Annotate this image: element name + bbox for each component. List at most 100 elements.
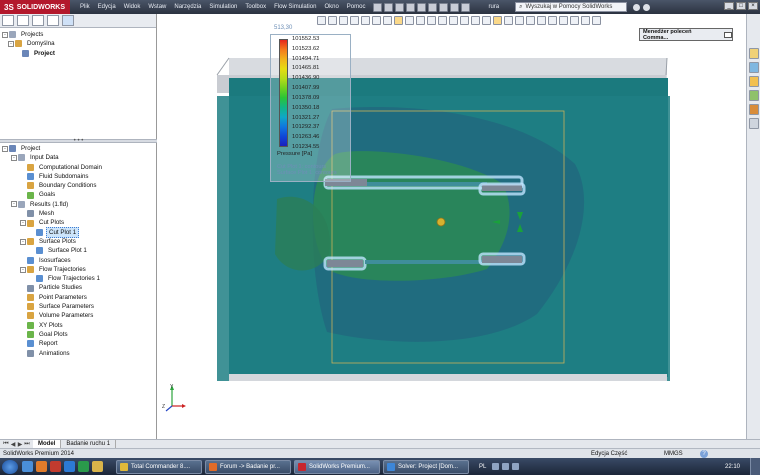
cartoon-icon[interactable] — [570, 16, 579, 25]
tree-item[interactable]: Animations — [0, 349, 156, 358]
menu-item-0[interactable]: Plik — [76, 4, 94, 10]
solidworks-logo[interactable]: 3S SOLIDWORKS — [0, 0, 70, 14]
menu-item-3[interactable]: Wstaw — [144, 4, 170, 10]
zoom-icon[interactable] — [449, 16, 458, 25]
word-icon[interactable] — [64, 461, 75, 472]
menu-item-9[interactable]: Pomoc — [343, 4, 370, 10]
tree-item[interactable]: Isosurfaces — [0, 256, 156, 265]
menu-item-6[interactable]: Toolbox — [241, 4, 270, 10]
tree-item[interactable]: - Surface Plots — [0, 237, 156, 246]
standard-views-icon[interactable] — [482, 16, 491, 25]
status-units[interactable]: MMGS — [664, 451, 683, 457]
first-tab-icon[interactable]: ⏮ — [3, 441, 9, 448]
camera-icon[interactable] — [526, 16, 535, 25]
view-orientation-icon[interactable] — [361, 16, 370, 25]
tree-item[interactable]: Computational Domain — [0, 163, 156, 172]
tree-item[interactable]: Boundary Conditions — [0, 181, 156, 190]
projects-root[interactable]: - Projects — [0, 30, 156, 39]
pin-icon[interactable] — [724, 31, 732, 38]
tree-item[interactable]: XY Plots — [0, 321, 156, 330]
collapse-toggle[interactable]: - — [20, 220, 26, 227]
ambient-occlusion-icon[interactable] — [559, 16, 568, 25]
volume-icon[interactable] — [502, 463, 510, 470]
last-tab-icon[interactable]: ⏭ — [24, 441, 30, 448]
save-icon[interactable] — [395, 2, 405, 12]
network-icon[interactable] — [492, 463, 500, 470]
menu-item-4[interactable]: Narzędzia — [170, 4, 205, 10]
collapse-toggle[interactable]: - — [20, 238, 26, 245]
property-manager-tab[interactable] — [17, 15, 29, 26]
project-item[interactable]: Project — [0, 49, 156, 58]
tree-item[interactable]: Surface Plot 1 — [0, 246, 156, 255]
zoom-area-icon[interactable] — [328, 16, 337, 25]
grid-icon[interactable] — [592, 16, 601, 25]
perspective-icon[interactable] — [504, 16, 513, 25]
undo-icon[interactable] — [417, 2, 427, 12]
taskbar-task[interactable]: Total Commander 8.... — [116, 459, 202, 474]
tree-item[interactable]: - Results (1.fld) — [0, 200, 156, 209]
model-viewport[interactable] — [157, 14, 746, 439]
realview-icon[interactable] — [548, 16, 557, 25]
config-item[interactable]: - Domyślna — [0, 39, 156, 48]
command-manager-popup[interactable]: Menedżer poleceń Comma... — [639, 28, 733, 41]
rebuild-icon[interactable] — [439, 2, 449, 12]
explorer-icon[interactable] — [22, 461, 33, 472]
file-properties-icon[interactable] — [450, 2, 460, 12]
tree-item[interactable]: Surface Parameters — [0, 302, 156, 311]
tree-item[interactable]: Goals — [0, 190, 156, 199]
collapse-toggle[interactable]: - — [11, 154, 17, 161]
select-icon[interactable] — [428, 2, 438, 12]
menu-item-1[interactable]: Edycja — [94, 4, 120, 10]
collapse-toggle[interactable]: - — [20, 266, 26, 273]
open-file-icon[interactable] — [384, 2, 394, 12]
clock[interactable]: 22:10 — [725, 464, 740, 470]
flow-analysis-tab[interactable] — [62, 15, 74, 26]
shadows-icon[interactable] — [537, 16, 546, 25]
show-desktop-button[interactable] — [750, 458, 760, 475]
solidworks-icon[interactable] — [50, 461, 61, 472]
configuration-manager-tab[interactable] — [32, 15, 44, 26]
start-button[interactable] — [2, 459, 18, 474]
tree-item[interactable]: Particle Studies — [0, 283, 156, 292]
new-file-icon[interactable] — [373, 2, 383, 12]
view-palette-icon[interactable] — [748, 90, 759, 101]
language-indicator[interactable]: PL — [479, 464, 486, 470]
edit-appearance-icon[interactable] — [394, 16, 403, 25]
help-icon[interactable] — [643, 3, 651, 11]
lights-icon[interactable] — [515, 16, 524, 25]
taskbar-task[interactable]: SolidWorks Premium... — [294, 459, 380, 474]
collapse-toggle[interactable]: - — [2, 31, 8, 38]
menu-item-7[interactable]: Flow Simulation — [270, 4, 320, 10]
collapse-toggle[interactable]: - — [8, 40, 14, 47]
tree-item[interactable]: Flow Trajectories 1 — [0, 274, 156, 283]
dimxpert-tab[interactable] — [47, 15, 59, 26]
print-icon[interactable] — [406, 2, 416, 12]
collapse-toggle[interactable]: - — [11, 201, 17, 208]
view-settings-icon[interactable] — [416, 16, 425, 25]
apply-scene-icon[interactable] — [405, 16, 414, 25]
shaded-with-edges-icon[interactable] — [493, 16, 502, 25]
search-go-icon[interactable] — [633, 3, 641, 11]
excel-icon[interactable] — [78, 461, 89, 472]
tree-item[interactable]: Goal Plots — [0, 330, 156, 339]
file-explorer-icon[interactable] — [748, 76, 759, 87]
taskbar-task[interactable]: Solver: Project [Dom... — [383, 459, 469, 474]
taskbar-task[interactable]: Forum -> Badanie pr... — [205, 459, 291, 474]
zoom-in-icon[interactable] — [460, 16, 469, 25]
tree-item[interactable]: - Flow Trajectories — [0, 265, 156, 274]
design-library-icon[interactable] — [748, 62, 759, 73]
status-help-icon[interactable]: ? — [700, 449, 708, 458]
tree-item[interactable]: Cut Plot 1 — [0, 226, 156, 238]
tree-item[interactable]: Fluid Subdomains — [0, 172, 156, 181]
flag-icon[interactable] — [512, 463, 520, 470]
appearances-icon[interactable] — [748, 104, 759, 115]
sketch-lines-icon[interactable] — [581, 16, 590, 25]
collapse-toggle[interactable]: - — [2, 145, 8, 152]
close-button[interactable]: × — [748, 2, 758, 10]
feature-manager-tab[interactable] — [2, 15, 14, 26]
options-icon[interactable] — [461, 2, 471, 12]
tree-item[interactable]: Point Parameters — [0, 293, 156, 302]
hide-show-items-icon[interactable] — [383, 16, 392, 25]
tree-item[interactable]: Volume Parameters — [0, 311, 156, 320]
tree-item[interactable]: - Project — [0, 144, 156, 153]
